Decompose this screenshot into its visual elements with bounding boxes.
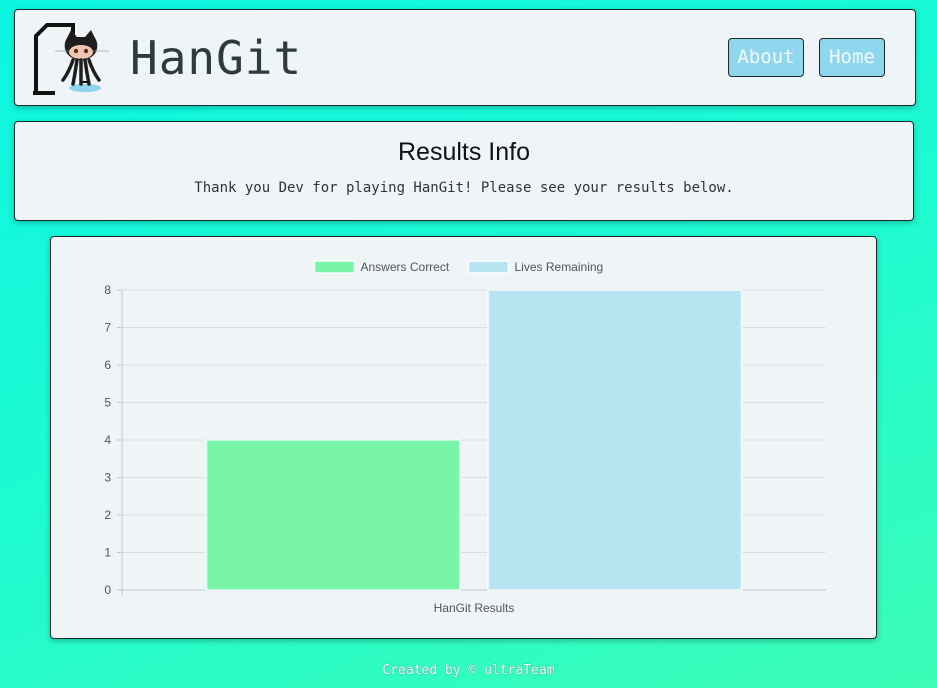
bar-answers-correct bbox=[205, 439, 461, 591]
chart-panel: 0 1 2 3 4 5 6 7 8 HanGit Results Answers Correct Li… bbox=[50, 236, 877, 639]
legend-label: Answers Correct bbox=[361, 260, 450, 274]
legend-swatch bbox=[467, 260, 510, 274]
results-bar-chart: 0 1 2 3 4 5 6 7 8 HanGit Results Answers Correct Li… bbox=[104, 260, 826, 615]
y-tick-label: 5 bbox=[104, 396, 111, 410]
hangman-octocat-icon[interactable] bbox=[33, 20, 113, 96]
results-panel: Results Info Thank you Dev for playing H… bbox=[14, 121, 914, 221]
results-message: Thank you Dev for playing HanGit! Please… bbox=[194, 180, 734, 196]
home-button[interactable]: Home bbox=[819, 38, 885, 77]
footer-credit: Created by © ultraTeam bbox=[382, 663, 555, 678]
y-tick-label: 8 bbox=[104, 283, 111, 297]
y-tick-label: 6 bbox=[104, 358, 111, 372]
y-tick-label: 4 bbox=[104, 433, 111, 447]
header-bar: HanGit About Home bbox=[14, 9, 916, 106]
legend-label: Lives Remaining bbox=[515, 260, 604, 274]
x-tick-label: HanGit Results bbox=[434, 601, 515, 615]
app-title: HanGit bbox=[130, 31, 303, 85]
y-tick-label: 2 bbox=[104, 508, 111, 522]
bar-lives-remaining bbox=[487, 289, 743, 591]
about-button[interactable]: About bbox=[728, 38, 804, 77]
y-tick-label: 7 bbox=[104, 321, 111, 335]
legend-swatch bbox=[313, 260, 356, 274]
y-tick-label: 1 bbox=[104, 546, 111, 560]
results-title: Results Info bbox=[397, 138, 530, 166]
y-tick-label: 0 bbox=[104, 583, 111, 597]
y-tick-label: 3 bbox=[104, 471, 111, 485]
